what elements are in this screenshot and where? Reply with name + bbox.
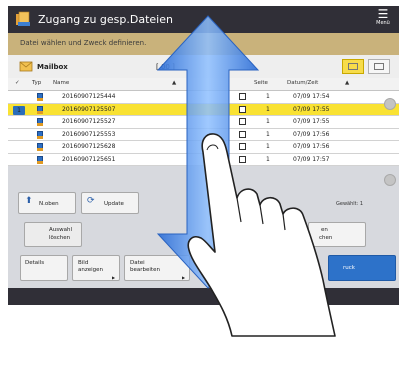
hand-swipe-icon [187,133,336,337]
